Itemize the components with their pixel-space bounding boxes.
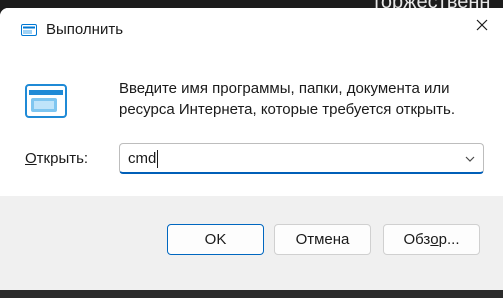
open-combobox[interactable] xyxy=(119,143,484,174)
dialog-footer: OK Отмена Обз о р... xyxy=(0,196,503,298)
browse-button[interactable]: Обз о р... xyxy=(383,224,480,255)
run-dialog: Выполнить Введите имя программы, папки, … xyxy=(0,8,503,298)
taskbar-edge xyxy=(0,290,503,298)
browse-label-end: р... xyxy=(438,231,460,248)
ok-button[interactable]: OK xyxy=(167,224,264,255)
text-caret xyxy=(157,150,159,168)
command-input[interactable] xyxy=(128,144,448,173)
close-icon xyxy=(476,18,488,36)
chevron-down-icon[interactable] xyxy=(463,152,477,166)
dialog-content: Введите имя программы, папки, документа … xyxy=(0,46,503,196)
run-icon xyxy=(25,84,67,118)
open-label-rest: ткрыть: xyxy=(36,150,89,167)
browse-label-accel: о xyxy=(430,231,439,248)
title-bar[interactable]: Выполнить xyxy=(0,8,503,46)
open-label-accel: О xyxy=(25,150,37,167)
close-button[interactable] xyxy=(460,8,503,46)
dialog-description: Введите имя программы, папки, документа … xyxy=(119,80,455,118)
open-label: Открыть: xyxy=(25,150,88,167)
cancel-button[interactable]: Отмена xyxy=(274,224,371,255)
browse-label-start: Обз xyxy=(403,231,431,248)
run-icon xyxy=(21,23,37,36)
dialog-title: Выполнить xyxy=(46,21,124,38)
